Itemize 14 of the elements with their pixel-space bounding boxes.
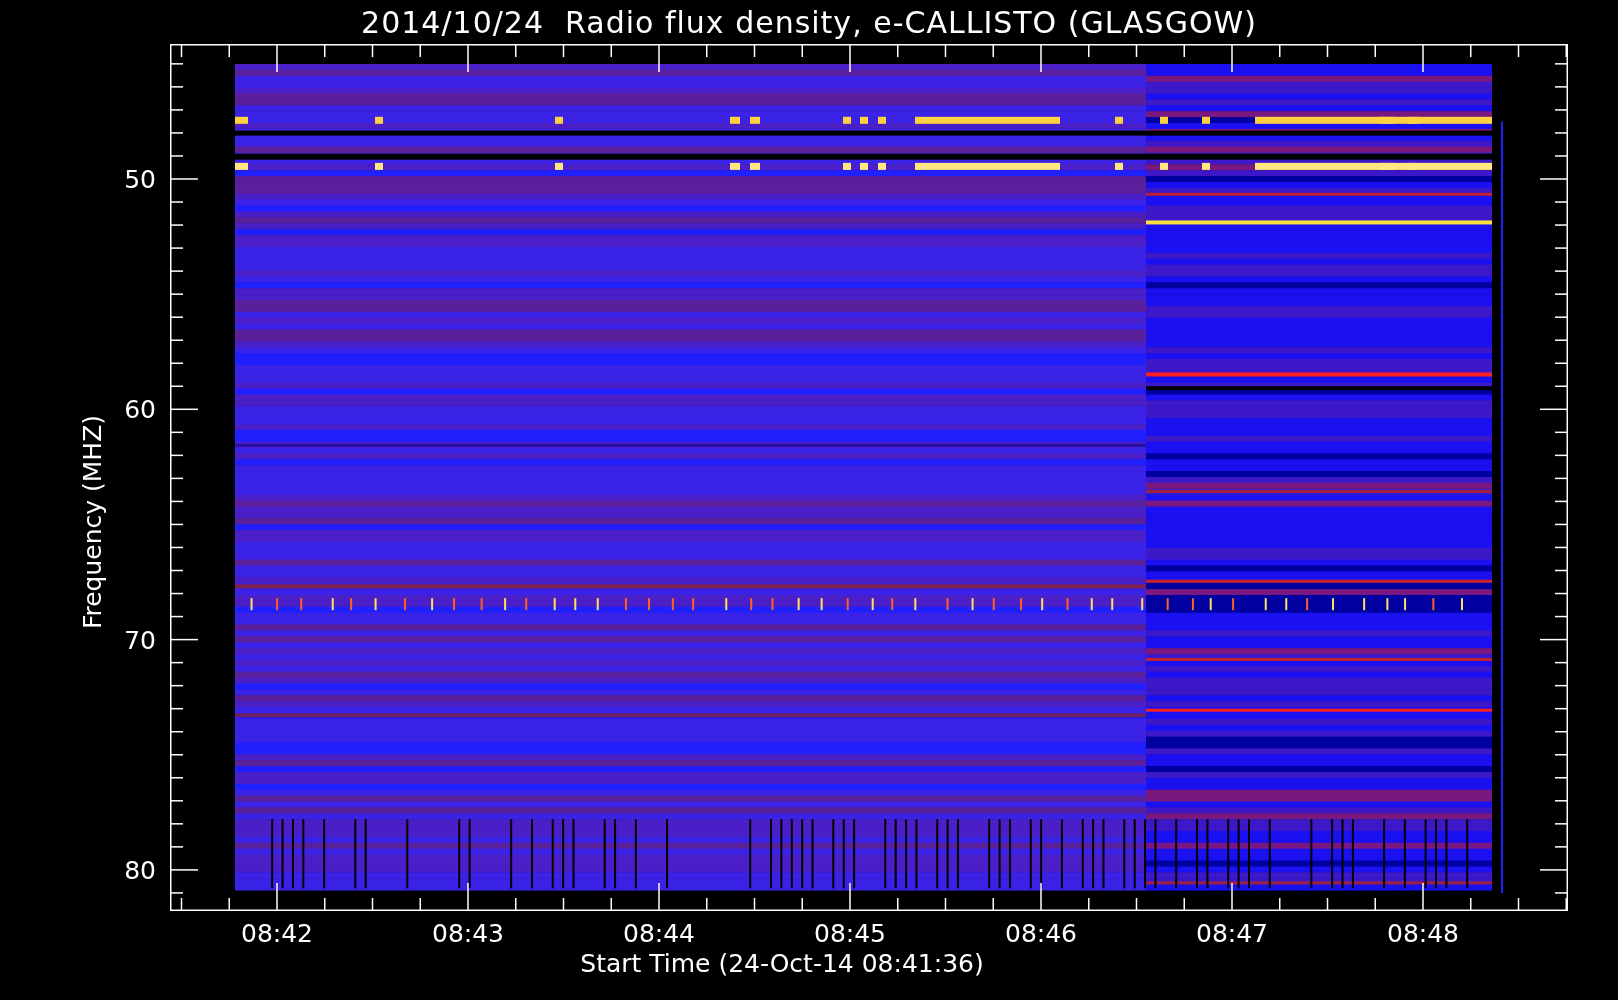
x-tick-label: 08:46 bbox=[1005, 919, 1077, 948]
x-tick-label: 08:43 bbox=[432, 919, 504, 948]
x-tick-label: 08:42 bbox=[241, 919, 313, 948]
y-tick-label: 70 bbox=[124, 625, 156, 655]
x-tick-label: 08:45 bbox=[814, 919, 886, 948]
x-axis-label: Start Time (24-Oct-14 08:41:36) bbox=[580, 949, 984, 978]
chart-title: 2014/10/24 Radio flux density, e-CALLISTO (GLASGOW) bbox=[360, 3, 1258, 42]
x-tick-label: 08:48 bbox=[1387, 919, 1459, 948]
y-tick-label: 50 bbox=[124, 164, 156, 194]
y-axis-label: Frequency (MHZ) bbox=[77, 414, 107, 630]
x-tick-label: 08:47 bbox=[1196, 919, 1268, 948]
y-tick-label: 60 bbox=[124, 394, 156, 424]
x-tick-label: 08:44 bbox=[623, 919, 695, 948]
y-tick-label: 80 bbox=[124, 855, 156, 885]
